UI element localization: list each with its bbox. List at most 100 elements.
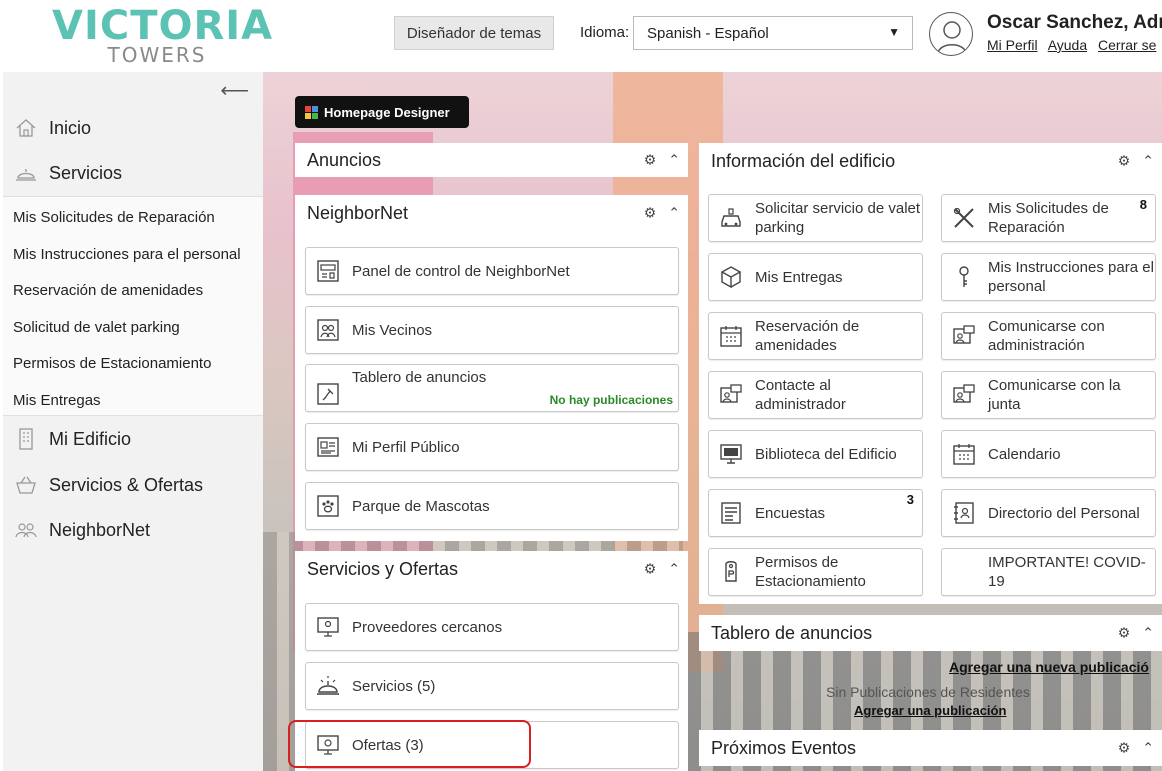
tile-deliveries[interactable]: Mis Entregas (708, 253, 923, 301)
tile-label: Reservación de amenidades (755, 318, 860, 354)
blank-icon (952, 560, 976, 584)
collapse-icon[interactable]: ⌃ (1142, 153, 1154, 170)
tile-nearby-providers[interactable]: Proveedores cercanos (305, 603, 679, 651)
collapse-icon[interactable]: ⌃ (668, 205, 680, 222)
tile-label: Proveedores cercanos (352, 618, 503, 636)
collapse-arrow-icon[interactable]: ⟵ (220, 78, 249, 103)
header: VICTORIA TOWERS Diseñador de temas Idiom… (0, 0, 1162, 72)
package-icon (719, 265, 743, 289)
tile-label: Directorio del Personal (988, 504, 1140, 522)
tile-contact-management[interactable]: Comunicarse con administración (941, 312, 1156, 360)
sidebar-item-label: NeighborNet (49, 519, 151, 540)
people-icon (3, 522, 49, 538)
collapse-icon[interactable]: ⌃ (1142, 740, 1154, 757)
panel-tablero-header: Tablero de anuncios ⚙ ⌃ (699, 615, 1162, 651)
collapse-icon[interactable]: ⌃ (668, 152, 680, 169)
service-bell-icon (316, 674, 340, 698)
settings-icon[interactable]: ⚙ (1118, 740, 1131, 757)
settings-icon[interactable]: ⚙ (644, 152, 657, 169)
submenu-item-amenity-reservation[interactable]: Reservación de amenidades (13, 282, 203, 299)
submenu-item-valet-request[interactable]: Solicitud de valet parking (13, 319, 180, 336)
sidebar-item-label: Servicios (49, 162, 123, 183)
no-resident-posts-text: Sin Publicaciones de Residentes (826, 684, 1030, 700)
sidebar-item-inicio[interactable]: Inicio (3, 106, 263, 150)
tile-label: Comunicarse con administración (988, 318, 1105, 354)
theme-designer-button[interactable]: Diseñador de temas (394, 16, 554, 50)
tile-services[interactable]: Servicios (5) (305, 662, 679, 710)
tile-covid-important[interactable]: IMPORTANTE! COVID-19 (941, 548, 1156, 596)
settings-icon[interactable]: ⚙ (1118, 153, 1131, 170)
homepage-designer-button[interactable]: Homepage Designer (295, 96, 469, 128)
settings-icon[interactable]: ⚙ (644, 561, 657, 578)
tile-surveys[interactable]: Encuestas 3 (708, 489, 923, 537)
my-profile-link[interactable]: Mi Perfil (987, 37, 1038, 53)
logo[interactable]: VICTORIA TOWERS (52, 3, 274, 65)
language-select[interactable]: Spanish - Español ▼ (633, 16, 913, 50)
tile-label: Solicitar servicio de valet parking (755, 200, 921, 236)
sidebar-item-servicios-ofertas[interactable]: Servicios & Ofertas (3, 463, 263, 507)
tile-bulletin-board[interactable]: Tablero de anuncios No hay publicaciones (305, 364, 679, 412)
tile-label: Biblioteca del Edificio (755, 445, 897, 463)
panel-title: Tablero de anuncios (711, 622, 873, 643)
tile-building-library[interactable]: Biblioteca del Edificio (708, 430, 923, 478)
tile-pet-park[interactable]: Parque de Mascotas (305, 482, 679, 530)
sidebar-item-neighbornet[interactable]: NeighborNet (3, 508, 263, 552)
submenu-item-deliveries[interactable]: Mis Entregas (13, 392, 101, 409)
avatar[interactable] (929, 12, 973, 56)
tile-parking-permits[interactable]: Permisos de Estacionamiento (708, 548, 923, 596)
dropdown-caret-icon: ▼ (888, 25, 900, 39)
settings-icon[interactable]: ⚙ (1118, 625, 1131, 642)
logout-link[interactable]: Cerrar se (1098, 37, 1156, 53)
user-name: Oscar Sanchez, Adm (987, 12, 1162, 33)
tile-label: Calendario (988, 445, 1061, 463)
language-label: Idioma: (580, 24, 630, 41)
tile-label: Contacte al administrador (755, 377, 846, 413)
sidebar-item-mi-edificio[interactable]: Mi Edificio (3, 417, 263, 461)
submenu-item-parking-permits[interactable]: Permisos de Estacionamiento (13, 355, 211, 372)
logo-main-text: VICTORIA (52, 3, 274, 49)
submenu-item-repair-requests[interactable]: Mis Solicitudes de Reparación (13, 209, 215, 226)
profile-card-icon (316, 435, 340, 459)
tile-amenity-reservation[interactable]: Reservación de amenidades (708, 312, 923, 360)
tile-valet-request[interactable]: Solicitar servicio de valet parking (708, 194, 923, 242)
panel-servicios-ofertas-header: Servicios y Ofertas ⚙ ⌃ (295, 551, 688, 587)
panel-title: Información del edificio (711, 150, 896, 171)
tile-public-profile[interactable]: Mi Perfil Público (305, 423, 679, 471)
add-new-post-link[interactable]: Agregar una nueva publicació (949, 659, 1149, 675)
pin-icon (316, 382, 340, 406)
tile-label: Parque de Mascotas (352, 497, 490, 515)
tile-contact-board[interactable]: Comunicarse con la junta (941, 371, 1156, 419)
panel-eventos-header: Próximos Eventos ⚙ ⌃ (699, 730, 1162, 766)
collapse-icon[interactable]: ⌃ (1142, 625, 1154, 642)
user-links: Mi Perfil Ayuda Cerrar se (987, 37, 1162, 53)
settings-icon[interactable]: ⚙ (644, 205, 657, 222)
tile-staff-directory[interactable]: Directorio del Personal (941, 489, 1156, 537)
contact-screen-icon (952, 383, 976, 407)
tile-label: Encuestas (755, 504, 826, 522)
dashboard-icon (316, 259, 340, 283)
tile-label: Tablero de anuncios (352, 369, 487, 386)
tile-label: Panel de control de NeighborNet (352, 262, 570, 280)
tile-staff-instructions[interactable]: Mis Instrucciones para el personal (941, 253, 1156, 301)
tile-repair-requests[interactable]: Mis Solicitudes de Reparación 8 (941, 194, 1156, 242)
tile-label: Mis Entregas (755, 268, 843, 286)
tile-my-neighbors[interactable]: Mis Vecinos (305, 306, 679, 354)
tile-calendar[interactable]: Calendario (941, 430, 1156, 478)
tile-contact-admin[interactable]: Contacte al administrador (708, 371, 923, 419)
sidebar-item-label: Inicio (49, 117, 92, 138)
panel-title: Servicios y Ofertas (307, 558, 459, 579)
basket-icon (3, 476, 49, 494)
directory-icon (952, 501, 976, 525)
sidebar-item-label: Servicios & Ofertas (49, 474, 204, 495)
collapse-icon[interactable]: ⌃ (668, 561, 680, 578)
add-post-link[interactable]: Agregar una publicación (854, 703, 1006, 718)
sidebar-item-servicios[interactable]: Servicios (3, 151, 263, 195)
help-link[interactable]: Ayuda (1048, 37, 1087, 53)
tile-neighbornet-dashboard[interactable]: Panel de control de NeighborNet (305, 247, 679, 295)
library-monitor-icon (719, 442, 743, 466)
count-badge: 3 (906, 492, 914, 507)
submenu-item-staff-instructions[interactable]: Mis Instrucciones para el personal (13, 246, 241, 263)
tile-label: Permisos de Estacionamiento (755, 554, 866, 590)
homepage-designer-label: Homepage Designer (324, 104, 450, 120)
building-icon (3, 428, 49, 450)
